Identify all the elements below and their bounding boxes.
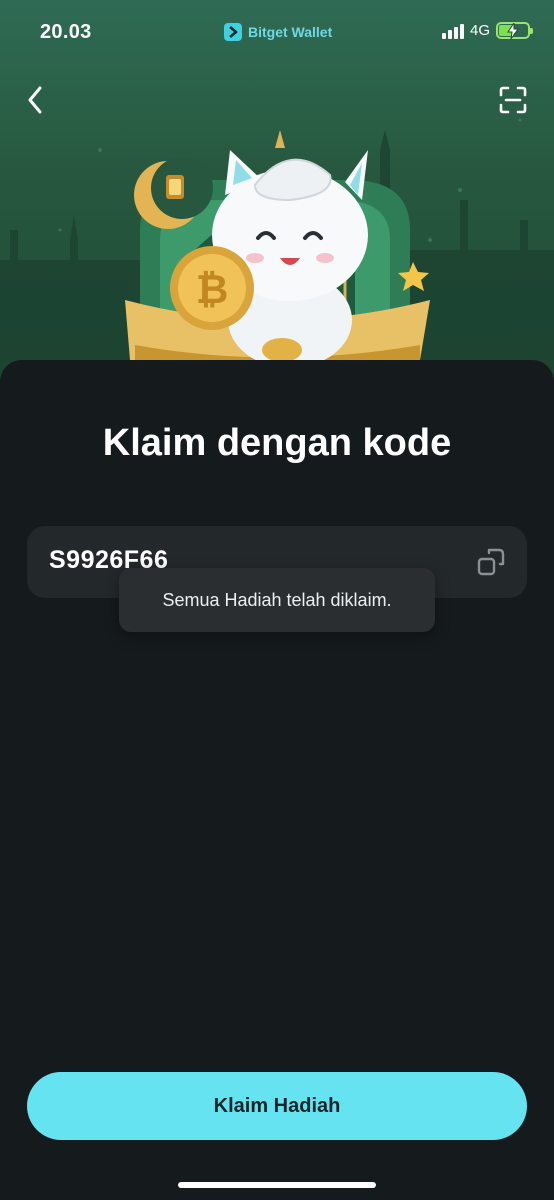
svg-text:₿: ₿	[196, 267, 229, 313]
page-title: Klaim dengan kode	[102, 422, 452, 464]
paste-icon[interactable]	[477, 548, 505, 576]
back-button[interactable]	[20, 84, 50, 116]
toast-message: Semua Hadiah telah diklaim.	[119, 568, 435, 632]
cellular-signal-icon	[441, 23, 464, 39]
chevron-left-icon	[28, 86, 42, 114]
status-time: 20.03	[40, 21, 92, 43]
status-right-group: 4G	[441, 22, 533, 39]
battery-charging-icon	[496, 22, 533, 39]
bitget-logo-icon	[224, 23, 242, 41]
status-app-indicator[interactable]: Bitget Wallet	[224, 23, 332, 41]
scan-button[interactable]	[498, 84, 528, 116]
status-bar: 20.03 Bitget Wallet 4G	[0, 0, 554, 62]
claim-reward-button[interactable]: Klaim Hadiah	[27, 1072, 527, 1140]
home-indicator[interactable]	[178, 1182, 376, 1188]
status-app-name: Bitget Wallet	[248, 24, 333, 40]
scan-icon	[499, 86, 527, 114]
network-type: 4G	[469, 22, 490, 39]
